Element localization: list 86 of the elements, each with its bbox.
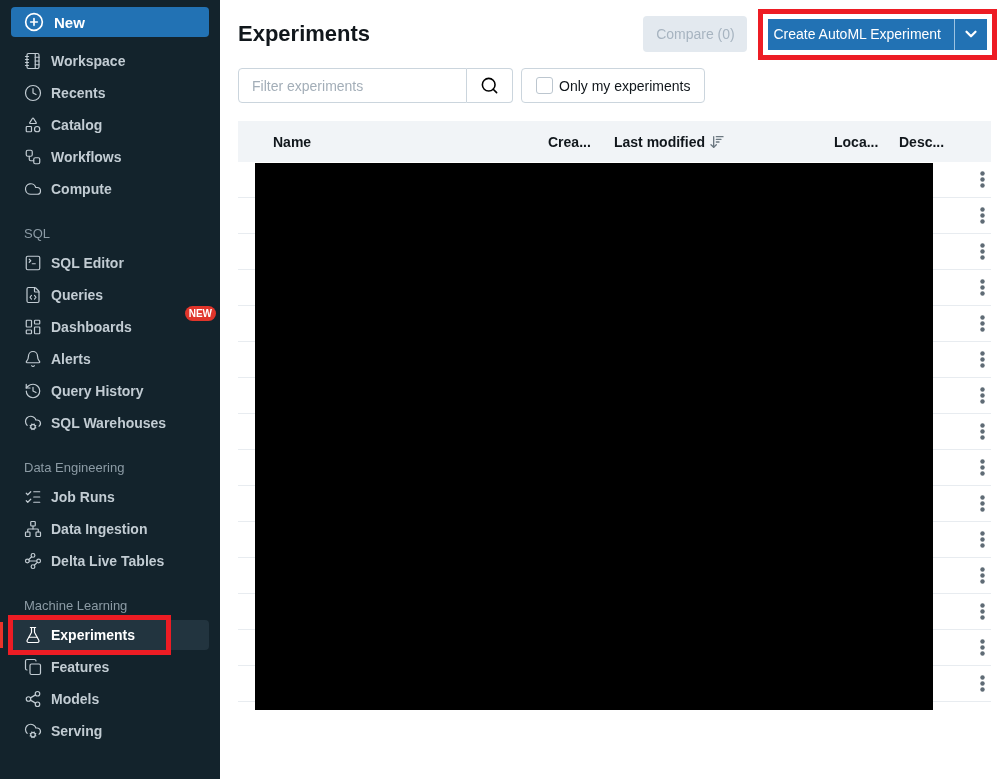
new-button[interactable]: New [11, 7, 209, 37]
checkbox[interactable] [536, 77, 553, 94]
nav-item[interactable]: Alerts [11, 344, 209, 374]
column-header[interactable]: Desc... [899, 133, 979, 150]
kebab-menu-button[interactable] [980, 495, 985, 512]
nav-item[interactable]: Catalog [11, 110, 209, 140]
nav-icon [24, 318, 42, 336]
nav-icon [24, 520, 42, 538]
nav-icon [24, 722, 42, 740]
nav-icon [24, 414, 42, 432]
kebab-icon [980, 315, 985, 332]
kebab-icon [980, 567, 985, 584]
kebab-icon [980, 603, 985, 620]
nav-icon [24, 382, 42, 400]
kebab-icon [980, 243, 985, 260]
nav-icon [24, 254, 42, 272]
kebab-menu-button[interactable] [980, 243, 985, 260]
plus-icon [24, 12, 44, 32]
kebab-menu-button[interactable] [980, 639, 985, 656]
nav-icon [24, 488, 42, 506]
nav-item[interactable]: SQL Warehouses [11, 408, 209, 438]
kebab-icon [980, 279, 985, 296]
search-button[interactable] [467, 68, 513, 103]
nav-icon [24, 658, 42, 676]
nav-item[interactable]: Experiments [11, 620, 209, 650]
new-badge: NEW [184, 306, 216, 321]
nav-item[interactable]: Recents [11, 78, 209, 108]
kebab-menu-button[interactable] [980, 207, 985, 224]
nav-item[interactable]: Serving [11, 716, 209, 746]
nav-icon [24, 690, 42, 708]
selection-bar [0, 622, 3, 648]
kebab-icon [980, 675, 985, 692]
nav-item[interactable]: Job Runs [11, 482, 209, 512]
column-header[interactable]: Loca... [834, 133, 899, 150]
nav-item[interactable]: Models [11, 684, 209, 714]
kebab-icon [980, 531, 985, 548]
kebab-icon [980, 351, 985, 368]
kebab-menu-button[interactable] [980, 675, 985, 692]
kebab-menu-button[interactable] [980, 531, 985, 548]
kebab-icon [980, 459, 985, 476]
kebab-icon [980, 207, 985, 224]
nav-item[interactable]: Workspace [11, 46, 209, 76]
kebab-icon [980, 171, 985, 188]
nav-item[interactable]: Data Ingestion [11, 514, 209, 544]
nav-item[interactable]: Workflows [11, 142, 209, 172]
kebab-menu-button[interactable] [980, 603, 985, 620]
section-heading: Data Engineering [23, 458, 126, 477]
page-title: Experiments [238, 21, 372, 47]
search-icon [480, 76, 499, 95]
kebab-icon [980, 387, 985, 404]
kebab-menu-button[interactable] [980, 387, 985, 404]
filter-field[interactable]: Filter experiments [238, 68, 467, 103]
nav-icon [24, 116, 42, 134]
nav-icon [24, 52, 42, 70]
column-header[interactable]: Name [273, 133, 548, 150]
nav-icon [24, 350, 42, 368]
section-heading: SQL [23, 224, 51, 243]
nav-item[interactable]: SQL Editor [11, 248, 209, 278]
section-heading: Machine Learning [23, 596, 129, 615]
sort-icon [709, 133, 725, 150]
kebab-menu-button[interactable] [980, 459, 985, 476]
kebab-menu-button[interactable] [980, 567, 985, 584]
kebab-icon [980, 639, 985, 656]
column-header[interactable]: Last modified [614, 133, 834, 150]
nav-item[interactable]: Features [11, 652, 209, 682]
nav-icon [24, 626, 42, 644]
kebab-icon [980, 423, 985, 440]
kebab-menu-button[interactable] [980, 351, 985, 368]
kebab-menu-button[interactable] [980, 315, 985, 332]
create-automl-button[interactable]: Create AutoML Experiment [768, 18, 954, 50]
nav-icon [24, 286, 42, 304]
nav-icon [24, 552, 42, 570]
kebab-menu-button[interactable] [980, 171, 985, 188]
column-header[interactable]: Crea... [548, 133, 614, 150]
nav-item[interactable]: Delta Live Tables [11, 546, 209, 576]
nav-item[interactable]: Compute [11, 174, 209, 204]
nav-icon [24, 148, 42, 166]
nav-item[interactable]: Query History [11, 376, 209, 406]
nav-icon [24, 180, 42, 198]
nav-icon [24, 84, 42, 102]
kebab-menu-button[interactable] [980, 279, 985, 296]
kebab-icon [980, 495, 985, 512]
only-mine-checkbox[interactable]: Only my experiments [521, 68, 706, 103]
kebab-menu-button[interactable] [980, 423, 985, 440]
dropdown-button[interactable] [954, 18, 987, 50]
nav-item[interactable]: Dashboards [11, 312, 183, 342]
